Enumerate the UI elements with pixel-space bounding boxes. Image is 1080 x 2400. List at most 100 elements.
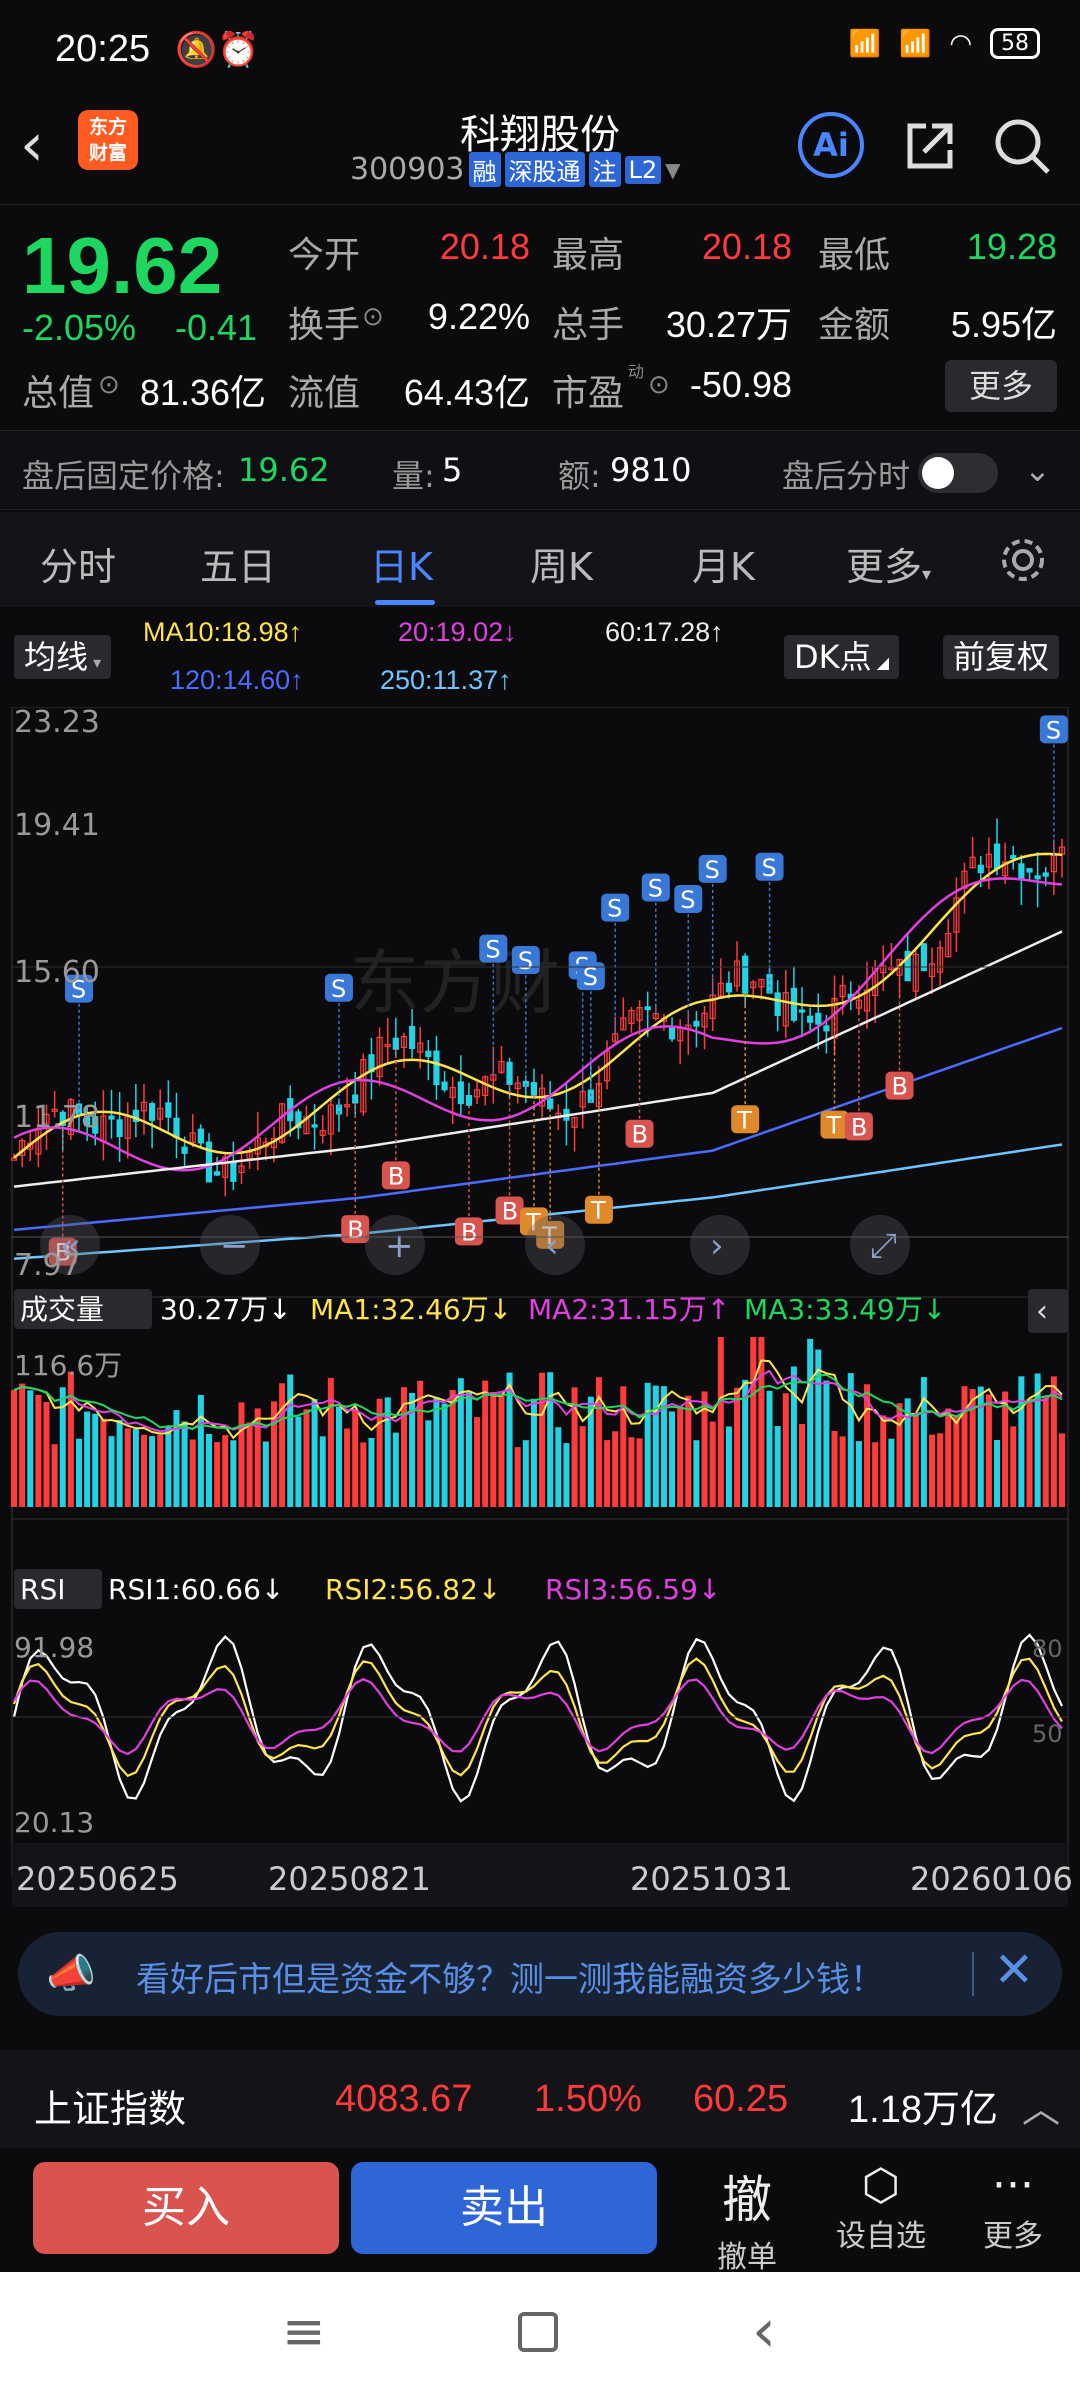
y-label-0: 23.23 bbox=[14, 707, 100, 740]
tab-daily-k[interactable]: 日K bbox=[370, 536, 433, 591]
home-icon[interactable] bbox=[518, 2312, 558, 2352]
volume-bar bbox=[734, 1387, 741, 1507]
dk-point-selector[interactable]: DK点 ◢ bbox=[784, 635, 900, 679]
volume-pill-label: 成交量 bbox=[20, 1293, 104, 1326]
info-icon-3[interactable]: ⊙ bbox=[648, 370, 670, 400]
volume-bar bbox=[855, 1441, 862, 1507]
marker-label: B bbox=[502, 1198, 518, 1226]
index-ticker[interactable]: 上证指数 4083.67 1.50% 60.25 1.18万亿 ︿ bbox=[0, 2050, 1080, 2148]
mute-alarm-icons: 🔕⏰ bbox=[175, 30, 260, 70]
volume-bar bbox=[652, 1385, 659, 1507]
candle-body bbox=[644, 1006, 651, 1011]
quote-panel: 19.62 -2.05% -0.41 今开 20.18 最高 20.18 最低 … bbox=[0, 210, 1080, 430]
more-quote-button[interactable]: 更多 bbox=[945, 360, 1057, 412]
volume-bar bbox=[912, 1414, 919, 1507]
volume-bar bbox=[644, 1382, 651, 1507]
tab-intraday[interactable]: 分时 bbox=[40, 536, 116, 591]
tab-5day[interactable]: 五日 bbox=[200, 536, 276, 591]
collapse-button[interactable] bbox=[1028, 1289, 1068, 1333]
cancel-order-button[interactable]: 撤 撤单 bbox=[682, 2160, 812, 2276]
volume-bar bbox=[205, 1433, 212, 1507]
kline-svg[interactable]: 东方财 BSSBBBSBSTTSSTSBSSSTSTBBS «−+‹›⤢ 23.… bbox=[0, 707, 1080, 1907]
chart-nav-glyph-1: − bbox=[220, 1226, 249, 1266]
ma-selector[interactable]: 均线 ▾ bbox=[14, 635, 112, 679]
volume-bar bbox=[490, 1392, 497, 1507]
volume-bar bbox=[181, 1421, 188, 1507]
close-icon[interactable]: ✕ bbox=[994, 1942, 1034, 1998]
stock-code-row: 300903 融 深股通 注 L2 ▼ bbox=[350, 152, 681, 187]
chevron-down-icon[interactable]: ▼ bbox=[665, 158, 680, 182]
volume-bar bbox=[636, 1438, 643, 1507]
back-nav-icon[interactable]: ‹ bbox=[752, 2296, 776, 2366]
info-icon-2[interactable]: ⊙ bbox=[98, 370, 120, 400]
period-tabs: 分时 五日 日K 周K 月K 更多▾ bbox=[0, 512, 1080, 607]
adjust-selector[interactable]: 前复权 bbox=[943, 635, 1060, 679]
chevron-up-icon[interactable]: ︿ bbox=[1022, 2078, 1060, 2133]
marker-label: T bbox=[736, 1106, 752, 1134]
buy-button[interactable]: 买入 bbox=[33, 2162, 339, 2254]
volume-bar bbox=[51, 1444, 58, 1507]
rsi-pill-label: RSI bbox=[20, 1573, 66, 1606]
kline-chart-area[interactable]: 均线 ▾ MA10:18.98↑ 20:19.02↓ 60:17.28↑ 120… bbox=[0, 607, 1080, 1917]
vol-max-label: 116.6万 bbox=[14, 1349, 122, 1382]
tag-l2: L2 bbox=[624, 155, 662, 184]
volume-bar bbox=[75, 1438, 82, 1507]
candle-body bbox=[425, 1050, 432, 1057]
date-label-3: 20260106 bbox=[910, 1860, 1073, 1898]
tab-more[interactable]: 更多▾ bbox=[846, 536, 931, 591]
volume-bar bbox=[539, 1372, 546, 1507]
candle-body bbox=[1042, 872, 1049, 877]
megaphone-icon: 📣 bbox=[46, 1951, 96, 1997]
candle-body bbox=[807, 1015, 814, 1023]
status-time: 20:25 bbox=[55, 28, 151, 70]
chart-nav-glyph-5: ⤢ bbox=[870, 1226, 897, 1266]
trade-bar: 买入 卖出 撤 撤单 ⬡ 设自选 ··· 更多 bbox=[0, 2150, 1080, 2275]
wifi-icon: ◠ bbox=[949, 28, 972, 59]
volume-bar bbox=[677, 1406, 684, 1507]
candle-body bbox=[693, 1020, 700, 1027]
float-label: 流值 bbox=[288, 373, 361, 414]
volume-bar bbox=[157, 1434, 164, 1507]
marker-label: B bbox=[851, 1113, 867, 1141]
volume-bar bbox=[514, 1447, 521, 1507]
candle-body bbox=[116, 1119, 123, 1138]
after-hours-toggle[interactable] bbox=[918, 453, 998, 493]
tab-monthly-k[interactable]: 月K bbox=[692, 536, 755, 591]
candle-body bbox=[108, 1115, 115, 1120]
y-label-1: 19.41 bbox=[14, 808, 100, 843]
volume-bar bbox=[311, 1399, 318, 1507]
menu-icon[interactable]: ≡ bbox=[282, 2302, 326, 2362]
share-icon[interactable] bbox=[900, 116, 960, 176]
volume-bar bbox=[717, 1337, 724, 1507]
volume-bar bbox=[750, 1337, 757, 1507]
more-actions-button[interactable]: ··· 更多 bbox=[948, 2160, 1078, 2255]
promo-banner[interactable]: 📣 看好后市但是资金不够？测一测我能融资多少钱！ ✕ bbox=[18, 1932, 1062, 2016]
volume-bar bbox=[295, 1416, 302, 1507]
mcap-value: 81.36亿 bbox=[139, 372, 266, 413]
volume-bar bbox=[433, 1397, 440, 1507]
chevron-down-icon[interactable]: ⌄ bbox=[1024, 451, 1051, 489]
ai-button[interactable]: Ai bbox=[798, 112, 864, 178]
sell-button[interactable]: 卖出 bbox=[351, 2162, 657, 2254]
info-icon[interactable]: ⊙ bbox=[362, 302, 384, 332]
volume-bar bbox=[173, 1410, 180, 1507]
marker-label: S bbox=[331, 975, 346, 1003]
marker-label: S bbox=[762, 854, 777, 882]
legend-rsi3: RSI3:56.59↓ bbox=[545, 1573, 721, 1606]
search-icon[interactable] bbox=[990, 114, 1054, 178]
dk-pill-label: DK点 bbox=[794, 638, 872, 676]
volume-bar bbox=[319, 1436, 326, 1507]
gear-icon[interactable] bbox=[997, 534, 1049, 586]
marker-label: B bbox=[892, 1073, 908, 1101]
volume-bar bbox=[547, 1372, 554, 1507]
candle-body bbox=[506, 1061, 513, 1085]
volume-bar bbox=[482, 1380, 489, 1507]
candle-body bbox=[977, 864, 984, 874]
tab-weekly-k[interactable]: 周K bbox=[530, 536, 593, 591]
volume-bar bbox=[920, 1377, 927, 1507]
volume-bar bbox=[961, 1386, 968, 1507]
volume-bar bbox=[465, 1392, 472, 1507]
add-watchlist-button[interactable]: ⬡ 设自选 bbox=[816, 2160, 946, 2255]
candle-body bbox=[441, 1081, 448, 1091]
volume-bar bbox=[612, 1431, 619, 1507]
